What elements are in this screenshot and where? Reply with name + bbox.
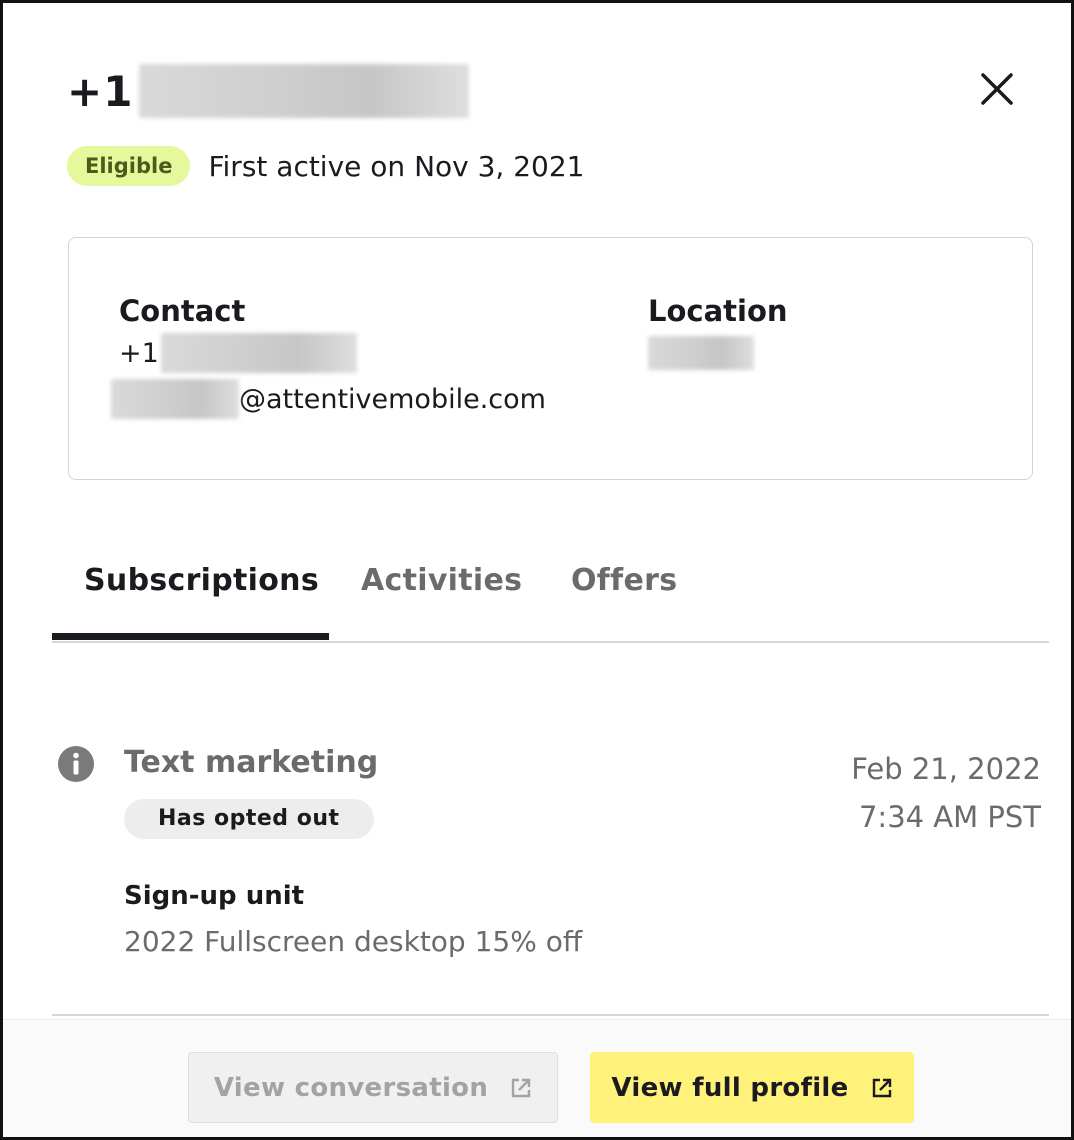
subscription-timestamp: Feb 21, 2022 7:34 AM PST [851,745,1041,841]
tab-subscriptions[interactable]: Subscriptions [84,563,319,598]
view-conversation-label: View conversation [213,1072,489,1103]
phone-title: +1 [67,66,134,116]
opt-out-badge: Has opted out [124,799,374,839]
tab-activities[interactable]: Activities [361,563,522,598]
info-icon [58,746,94,782]
location-heading: Location [648,294,788,328]
eligible-badge: Eligible [67,146,191,186]
view-full-profile-label: View full profile [611,1072,849,1103]
status-row: Eligible First active on Nov 3, 2021 [67,145,584,187]
redacted-location [648,336,754,370]
redacted-contact-phone [160,333,357,373]
first-active-text: First active on Nov 3, 2021 [208,149,585,183]
subscriber-panel: +1 Eligible First active on Nov 3, 2021 … [0,0,1074,1140]
signup-unit-label: Sign-up unit [124,881,305,911]
footer: View conversation View full profile [3,1019,1071,1137]
subscription-time: 7:34 AM PST [858,800,1041,834]
contact-heading: Contact [119,294,246,328]
redacted-phone-number [139,64,470,118]
external-link-icon [511,1078,531,1097]
view-full-profile-button[interactable]: View full profile [590,1052,914,1123]
location-section: Location [648,294,788,376]
subscription-date: Feb 21, 2022 [851,752,1041,786]
active-tab-indicator [52,633,329,640]
redacted-email-user [111,379,239,419]
subscription-title: Text marketing [124,745,379,780]
tab-offers[interactable]: Offers [571,563,677,598]
tab-bar: Subscriptions Activities Offers [52,551,1049,643]
page-title: +1 [67,61,470,121]
divider [52,1014,1049,1016]
signup-unit-value: 2022 Fullscreen desktop 15% off [124,925,583,958]
contact-section: Contact +1 @attentivemobile.com [111,294,546,422]
location-value [648,330,788,376]
close-icon [981,73,1013,105]
contact-card: Contact +1 @attentivemobile.com Location [68,237,1033,480]
contact-phone-prefix: +1 [119,337,159,369]
view-conversation-button[interactable]: View conversation [188,1052,558,1123]
contact-email: @attentivemobile.com [111,376,546,422]
contact-phone: +1 [119,330,546,376]
contact-email-domain: @attentivemobile.com [239,383,546,415]
external-link-icon [872,1078,891,1097]
close-button[interactable] [973,65,1021,113]
